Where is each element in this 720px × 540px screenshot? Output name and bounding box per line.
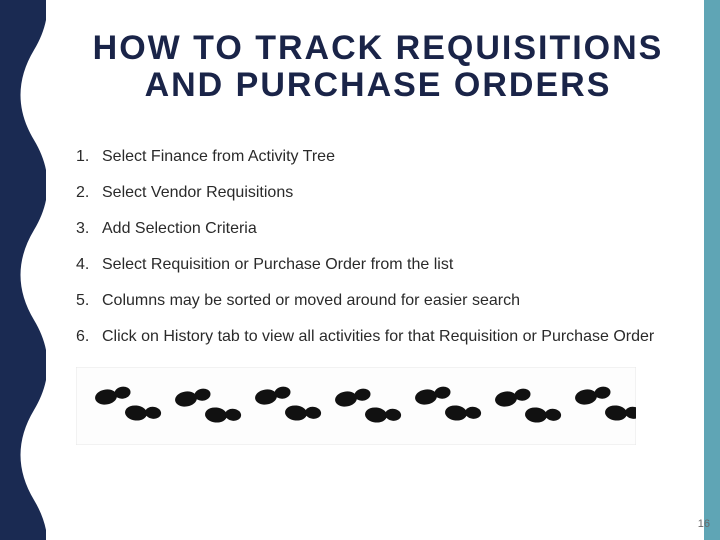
left-wave-stripe bbox=[0, 0, 46, 540]
step-text: Select Finance from Activity Tree bbox=[102, 147, 335, 167]
step-text: Columns may be sorted or moved around fo… bbox=[102, 291, 520, 311]
list-item: Add Selection Criteria bbox=[76, 211, 680, 247]
slide-content: HOW TO TRACK REQUISITIONS AND PURCHASE O… bbox=[60, 0, 696, 540]
list-item: Click on History tab to view all activit… bbox=[76, 319, 680, 355]
step-text: Select Requisition or Purchase Order fro… bbox=[102, 255, 453, 275]
slide-title: HOW TO TRACK REQUISITIONS AND PURCHASE O… bbox=[80, 30, 676, 103]
right-accent-stripe bbox=[704, 0, 720, 540]
list-item: Select Finance from Activity Tree bbox=[76, 139, 680, 175]
list-item: Select Vendor Requisitions bbox=[76, 175, 680, 211]
footprints-graphic bbox=[76, 367, 680, 445]
step-text: Select Vendor Requisitions bbox=[102, 183, 293, 203]
list-item: Columns may be sorted or moved around fo… bbox=[76, 283, 680, 319]
step-text: Click on History tab to view all activit… bbox=[102, 327, 654, 347]
footprints-icon bbox=[76, 367, 636, 445]
step-text: Add Selection Criteria bbox=[102, 219, 257, 239]
page-number: 16 bbox=[698, 518, 710, 530]
steps-list: Select Finance from Activity Tree Select… bbox=[76, 139, 680, 355]
list-item: Select Requisition or Purchase Order fro… bbox=[76, 247, 680, 283]
wave-edge-icon bbox=[0, 0, 46, 540]
